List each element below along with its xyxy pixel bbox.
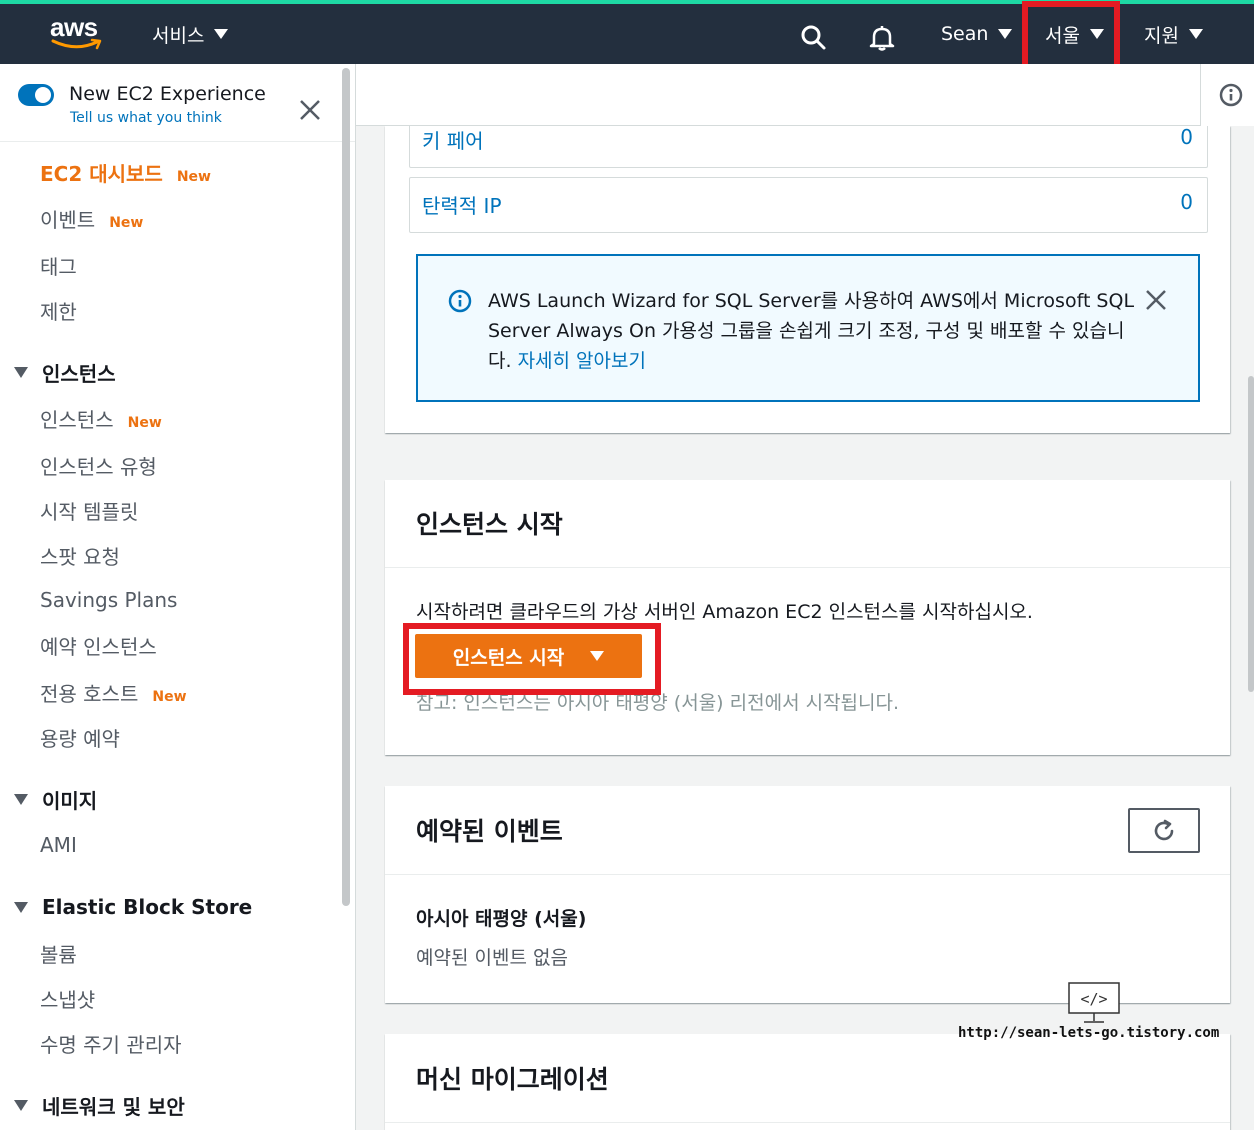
card-divider bbox=[385, 567, 1230, 568]
sidebar-item-tags[interactable]: 태그 bbox=[40, 251, 77, 280]
card-divider bbox=[385, 874, 1230, 875]
sidebar-scrollbar[interactable] bbox=[342, 68, 350, 906]
sidebar-item-label: 인스턴스 유형 bbox=[40, 455, 157, 479]
sidebar-item-label: 스팟 요청 bbox=[40, 545, 120, 569]
sidebar-item-label: 제한 bbox=[40, 300, 77, 324]
resource-count[interactable]: 0 bbox=[1180, 125, 1193, 149]
new-badge: New bbox=[176, 169, 211, 185]
services-caret-icon bbox=[214, 29, 229, 39]
sidebar-item-instance-types[interactable]: 인스턴스 유형 bbox=[40, 451, 157, 480]
new-experience-toggle[interactable] bbox=[18, 84, 54, 106]
services-menu[interactable]: 서비스 bbox=[152, 20, 229, 48]
sidebar-item-label: 이벤트 bbox=[40, 208, 96, 232]
sidebar-item-label: EC2 대시보드 bbox=[40, 162, 163, 186]
resource-label[interactable]: 탄력적 IP bbox=[422, 190, 502, 219]
events-region-name: 아시아 태평양 (서울) bbox=[416, 908, 587, 930]
region-highlight-box bbox=[1022, 1, 1120, 70]
events-card-title: 예약된 이벤트 bbox=[416, 817, 563, 846]
info-icon bbox=[448, 289, 472, 313]
support-caret-icon bbox=[1188, 29, 1203, 39]
bell-icon[interactable] bbox=[868, 24, 896, 52]
expand-triangle-icon bbox=[14, 901, 28, 913]
launch-card-title: 인스턴스 시작 bbox=[416, 510, 563, 539]
sidebar-group-label: Elastic Block Store bbox=[42, 895, 253, 919]
info-panel-button-overlay[interactable] bbox=[1200, 64, 1254, 126]
sidebar-item-label: 예약 인스턴스 bbox=[40, 635, 157, 659]
sidebar-item-lifecycle-manager[interactable]: 수명 주기 관리자 bbox=[40, 1029, 182, 1058]
support-label: 지원 bbox=[1144, 24, 1179, 47]
feedback-link[interactable]: Tell us what you think bbox=[70, 110, 222, 126]
sidebar-item-spot-requests[interactable]: 스팟 요청 bbox=[40, 541, 120, 570]
services-label: 서비스 bbox=[152, 24, 205, 47]
close-icon[interactable] bbox=[1145, 289, 1167, 311]
aws-logo[interactable]: aws bbox=[48, 12, 108, 52]
sidebar-group-instances[interactable]: 인스턴스 bbox=[14, 358, 116, 387]
sidebar-item-volumes[interactable]: 볼륨 bbox=[40, 939, 77, 968]
learn-more-link[interactable]: 자세히 알아보기 bbox=[518, 350, 646, 372]
no-events-text: 예약된 이벤트 없음 bbox=[416, 947, 568, 969]
new-badge: New bbox=[152, 689, 187, 705]
launch-description: 시작하려면 클라우드의 가상 서버인 Amazon EC2 인스턴스를 시작하십… bbox=[416, 601, 1033, 623]
refresh-icon bbox=[1154, 819, 1174, 840]
sidebar-group-label: 네트워크 및 보안 bbox=[42, 1095, 185, 1119]
sidebar-item-label: 용량 예약 bbox=[40, 727, 120, 751]
sidebar-item-label: AMI bbox=[40, 833, 77, 857]
blog-watermark: </> http://sean-lets-go.tistory.com bbox=[958, 981, 1228, 1051]
sidebar-item-dedicated-hosts[interactable]: 전용 호스트 New bbox=[40, 678, 187, 707]
sql-server-wizard-alert: AWS Launch Wizard for SQL Server를 사용하여 A… bbox=[416, 254, 1200, 402]
resource-label[interactable]: 키 페어 bbox=[422, 125, 484, 154]
resource-count[interactable]: 0 bbox=[1180, 190, 1193, 214]
new-experience-banner: New EC2 Experience Tell us what you thin… bbox=[0, 64, 355, 142]
sidebar-item-label: 태그 bbox=[40, 255, 77, 279]
sidebar-item-label: 스냅샷 bbox=[40, 988, 96, 1012]
sidebar-group-elastic-block-store[interactable]: Elastic Block Store bbox=[14, 895, 252, 919]
sidebar-item-limits[interactable]: 제한 bbox=[40, 296, 77, 325]
sidebar-item-ami[interactable]: AMI bbox=[40, 833, 77, 857]
sidebar-group-label: 인스턴스 bbox=[42, 362, 116, 386]
refresh-button[interactable] bbox=[1128, 808, 1200, 853]
code-monitor-icon: </> bbox=[1068, 982, 1120, 1023]
sidebar-item-capacity-reservations[interactable]: 용량 예약 bbox=[40, 723, 120, 752]
sidebar-item-events[interactable]: 이벤트 New bbox=[40, 204, 143, 233]
new-badge: New bbox=[109, 215, 144, 231]
sidebar-group-images[interactable]: 이미지 bbox=[14, 785, 97, 814]
close-icon[interactable] bbox=[298, 98, 322, 122]
sidebar-item-savings-plans[interactable]: Savings Plans bbox=[40, 588, 177, 612]
sidebar-item-label: 전용 호스트 bbox=[40, 682, 139, 706]
support-menu[interactable]: 지원 bbox=[1144, 20, 1203, 48]
user-menu[interactable]: Sean bbox=[941, 20, 1013, 48]
alert-message: AWS Launch Wizard for SQL Server를 사용하여 A… bbox=[488, 286, 1138, 376]
main-header-bar-overlay bbox=[356, 64, 1254, 126]
user-caret-icon bbox=[998, 29, 1013, 39]
resource-row-elastic-ips[interactable]: 탄력적 IP 0 bbox=[409, 177, 1208, 233]
info-icon bbox=[1219, 83, 1243, 107]
sidebar-item-instances[interactable]: 인스턴스 New bbox=[40, 404, 162, 433]
sidebar-item-label: 수명 주기 관리자 bbox=[40, 1033, 182, 1057]
watermark-url: http://sean-lets-go.tistory.com bbox=[958, 1025, 1220, 1041]
sidebar-group-network-security[interactable]: 네트워크 및 보안 bbox=[14, 1091, 185, 1120]
card-divider bbox=[385, 1122, 1230, 1123]
new-experience-title: New EC2 Experience bbox=[69, 83, 266, 105]
expand-triangle-icon bbox=[14, 367, 28, 378]
sidebar-item-label: 시작 템플릿 bbox=[40, 500, 139, 524]
expand-triangle-icon bbox=[14, 1100, 28, 1111]
sidebar-item-label: 볼륨 bbox=[40, 943, 77, 967]
sidebar-item-label: 인스턴스 bbox=[40, 408, 114, 432]
sidebar-item-reserved-instances[interactable]: 예약 인스턴스 bbox=[40, 631, 157, 660]
new-badge: New bbox=[127, 415, 162, 431]
launch-highlight-box bbox=[403, 623, 661, 695]
main-scrollbar[interactable] bbox=[1248, 376, 1254, 692]
svg-text:</>: </> bbox=[1080, 990, 1107, 1008]
sidebar-item-snapshots[interactable]: 스냅샷 bbox=[40, 984, 95, 1013]
sidebar-item-launch-templates[interactable]: 시작 템플릿 bbox=[40, 496, 138, 525]
user-label: Sean bbox=[941, 23, 989, 45]
search-icon[interactable] bbox=[800, 24, 828, 52]
expand-triangle-icon bbox=[14, 794, 28, 805]
migration-card-title: 머신 마이그레이션 bbox=[416, 1065, 609, 1094]
sidebar-item-label: Savings Plans bbox=[40, 588, 178, 612]
sidebar-group-label: 이미지 bbox=[42, 789, 98, 813]
sidebar-item-ec2-dashboard[interactable]: EC2 대시보드 New bbox=[40, 158, 211, 187]
sidebar: New EC2 Experience Tell us what you thin… bbox=[0, 64, 356, 1130]
aws-smile-icon bbox=[51, 38, 102, 50]
